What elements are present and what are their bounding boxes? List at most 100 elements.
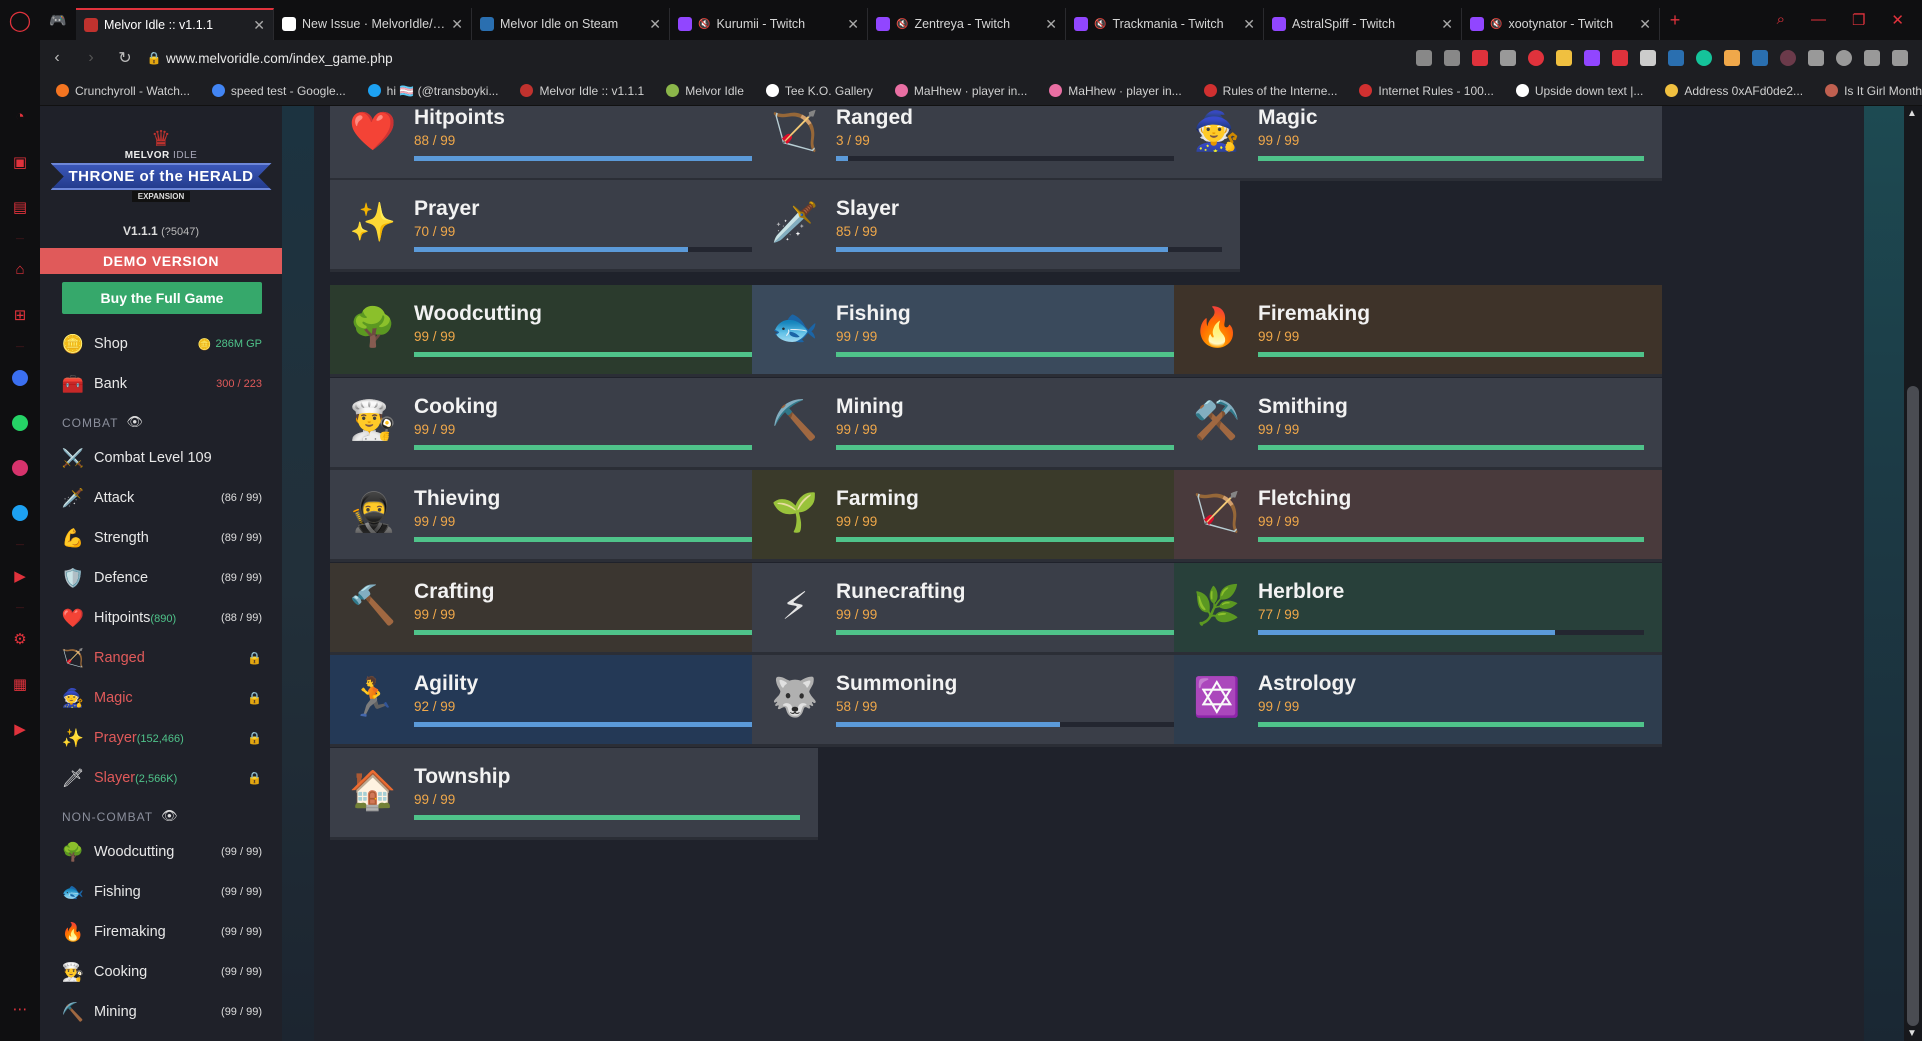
- muted-speaker-icon[interactable]: 🔇: [896, 19, 908, 30]
- share-icon[interactable]: [1416, 50, 1432, 66]
- sidebar-item-bank[interactable]: 🧰 Bank 300 / 223: [40, 364, 282, 404]
- bookmark-item[interactable]: Tee K.O. Gallery: [765, 84, 873, 98]
- bookmark-item[interactable]: MaHhew · player in...: [1049, 84, 1182, 98]
- extension-o-icon[interactable]: [1640, 50, 1656, 66]
- browser-tab[interactable]: New Issue · MelvorIdle/melvo ✕: [274, 8, 472, 40]
- close-window-button[interactable]: ✕: [1891, 11, 1904, 29]
- sidebar-item-shop[interactable]: 🪙 Shop 🪙 286M GP: [40, 324, 282, 364]
- new-tab-button[interactable]: +: [1660, 10, 1690, 31]
- tp-extension-icon[interactable]: [1612, 50, 1628, 66]
- muted-speaker-icon[interactable]: 🔇: [698, 19, 710, 30]
- muted-speaker-icon[interactable]: 🔇: [1490, 19, 1502, 30]
- browser-tab[interactable]: 🔇 Trackmania - Twitch ✕: [1066, 8, 1264, 40]
- skill-card-runecrafting[interactable]: ⚡ Runecrafting 99 / 99: [752, 563, 1240, 655]
- home-icon[interactable]: ⌂: [0, 247, 40, 292]
- skill-card-fishing[interactable]: 🐟 Fishing 99 / 99: [752, 285, 1240, 377]
- bookmark-item[interactable]: Internet Rules - 100...: [1359, 84, 1494, 98]
- camera-icon[interactable]: [1444, 50, 1460, 66]
- skill-card-farming[interactable]: 🌱 Farming 99 / 99: [752, 470, 1240, 562]
- tab-close-icon[interactable]: ✕: [253, 17, 265, 34]
- medal-icon[interactable]: [1724, 50, 1740, 66]
- settings-icon[interactable]: ⚙: [0, 616, 40, 661]
- sidebar-item-prayer[interactable]: ✨ Prayer(152,466) 🔒: [40, 718, 282, 758]
- twitch-icon[interactable]: ▤: [0, 184, 40, 229]
- forward-button[interactable]: ›: [74, 49, 108, 67]
- grammarly-icon[interactable]: [1696, 50, 1712, 66]
- extension-w-icon[interactable]: [1556, 50, 1572, 66]
- tab-close-icon[interactable]: ✕: [1441, 16, 1453, 33]
- tab-close-icon[interactable]: ✕: [451, 16, 463, 33]
- menu-icon[interactable]: [1892, 50, 1908, 66]
- sidebar-item-ranged[interactable]: 🏹 Ranged 🔒: [40, 638, 282, 678]
- bookmark-item[interactable]: Melvor Idle :: v1.1.1: [520, 84, 644, 98]
- bookmark-item[interactable]: Is It Girl Month?: [1825, 84, 1922, 98]
- browser-tab[interactable]: 🔇 xootynator - Twitch ✕: [1462, 8, 1660, 40]
- bookmark-item[interactable]: Rules of the Interne...: [1203, 84, 1337, 98]
- youtube-icon[interactable]: ▶: [0, 706, 40, 751]
- skill-card-summoning[interactable]: 🐺 Summoning 58 / 99: [752, 655, 1240, 747]
- back-button[interactable]: ‹: [40, 49, 74, 67]
- reload-button[interactable]: ↻: [108, 48, 142, 68]
- opera-menu-icon[interactable]: ◯: [0, 0, 40, 40]
- muted-speaker-icon[interactable]: 🔇: [1094, 19, 1106, 30]
- sidebar-item-magic[interactable]: 🧙 Magic 🔒: [40, 678, 282, 718]
- skill-card-crafting[interactable]: 🔨 Crafting 99 / 99: [330, 563, 818, 655]
- bookmark-item[interactable]: Melvor Idle: [666, 84, 744, 98]
- game-controller-icon[interactable]: ⊞: [0, 292, 40, 337]
- sidebar-item-strength[interactable]: 💪 Strength (89 / 99): [40, 518, 282, 558]
- bookmark-item[interactable]: Address 0xAFd0de2...: [1665, 84, 1803, 98]
- skill-card-woodcutting[interactable]: 🌳 Woodcutting 99 / 99: [330, 285, 818, 377]
- notes-icon[interactable]: ▦: [0, 661, 40, 706]
- wifi-extension-icon[interactable]: [1752, 50, 1768, 66]
- sidebar-item-hitpoints[interactable]: ❤️ Hitpoints(890) (88 / 99): [40, 598, 282, 638]
- play-icon[interactable]: [1500, 50, 1516, 66]
- scrollbar-thumb[interactable]: [1907, 386, 1919, 1026]
- tab-close-icon[interactable]: ✕: [847, 16, 859, 33]
- twitch-extension-icon[interactable]: [1584, 50, 1600, 66]
- extension-circle-icon[interactable]: [1780, 50, 1796, 66]
- twitter-icon[interactable]: [0, 490, 40, 535]
- download-icon[interactable]: [1864, 50, 1880, 66]
- skill-card-fletching[interactable]: 🏹 Fletching 99 / 99: [1174, 470, 1662, 562]
- sidebar-item-firemaking[interactable]: 🔥 Firemaking (99 / 99): [40, 912, 282, 952]
- adblock-icon[interactable]: [1472, 50, 1488, 66]
- bookmark-item[interactable]: speed test - Google...: [211, 84, 346, 98]
- tab-close-icon[interactable]: ✕: [1243, 16, 1255, 33]
- bookmark-item[interactable]: Upside down text |...: [1515, 84, 1643, 98]
- sidebar-item-mining[interactable]: ⛏️ Mining (99 / 99): [40, 992, 282, 1032]
- eye-icon[interactable]: 👁: [161, 808, 179, 824]
- bookmark-item[interactable]: Crunchyroll - Watch...: [56, 84, 190, 98]
- buy-full-game-button[interactable]: Buy the Full Game: [62, 282, 262, 314]
- skill-card-township[interactable]: 🏠 Township 99 / 99: [330, 748, 818, 840]
- scroll-down-arrow[interactable]: ▼: [1907, 1028, 1917, 1039]
- browser-tab[interactable]: Melvor Idle on Steam ✕: [472, 8, 670, 40]
- browser-tab[interactable]: 🔇 Zentreya - Twitch ✕: [868, 8, 1066, 40]
- skill-card-smithing[interactable]: ⚒️ Smithing 99 / 99: [1174, 378, 1662, 470]
- skill-card-astrology[interactable]: ✡️ Astrology 99 / 99: [1174, 655, 1662, 747]
- skill-card-prayer[interactable]: ✨ Prayer 70 / 99: [330, 180, 818, 272]
- heart-icon[interactable]: [1528, 50, 1544, 66]
- maximize-button[interactable]: ❐: [1852, 11, 1865, 29]
- messenger-icon[interactable]: [0, 355, 40, 400]
- skill-card-cooking[interactable]: 👨‍🍳 Cooking 99 / 99: [330, 378, 818, 470]
- skill-card-herblore[interactable]: 🌿 Herblore 77 / 99: [1174, 563, 1662, 655]
- cube-icon[interactable]: [1808, 50, 1824, 66]
- sidebar-item-defence[interactable]: 🛡️ Defence (89 / 99): [40, 558, 282, 598]
- whatsapp-icon[interactable]: [0, 400, 40, 445]
- skill-card-slayer[interactable]: 🗡️ Slayer 85 / 99: [752, 180, 1240, 272]
- sidebar-item-slayer[interactable]: 🗡 Slayer(2,566K) 🔒: [40, 758, 282, 798]
- lock-icon[interactable]: 🔒: [142, 51, 166, 65]
- player-icon[interactable]: ▶: [0, 553, 40, 598]
- game-logo[interactable]: ♛ MELVOR IDLE THRONE of the HERALD EXPAN…: [40, 106, 282, 224]
- sidebar-item-fishing[interactable]: 🐟 Fishing (99 / 99): [40, 872, 282, 912]
- gaming-icon[interactable]: 🎮: [40, 0, 76, 40]
- browser-tab[interactable]: Melvor Idle :: v1.1.1 ✕: [76, 8, 274, 40]
- sidebar-item-woodcutting[interactable]: 🌳 Woodcutting (99 / 99): [40, 832, 282, 872]
- bag-icon[interactable]: ▣: [0, 139, 40, 184]
- browser-tab[interactable]: AstralSpiff - Twitch ✕: [1264, 8, 1462, 40]
- search-tabs-icon[interactable]: ⌕: [1777, 11, 1785, 29]
- tab-close-icon[interactable]: ✕: [1639, 16, 1651, 33]
- skill-card-ranged[interactable]: 🏹 Ranged 3 / 99: [752, 106, 1240, 181]
- bookmark-item[interactable]: hi 🏳️‍⚧️ (@transboyki...: [367, 84, 498, 98]
- browser-tab[interactable]: 🔇 Kurumii - Twitch ✕: [670, 8, 868, 40]
